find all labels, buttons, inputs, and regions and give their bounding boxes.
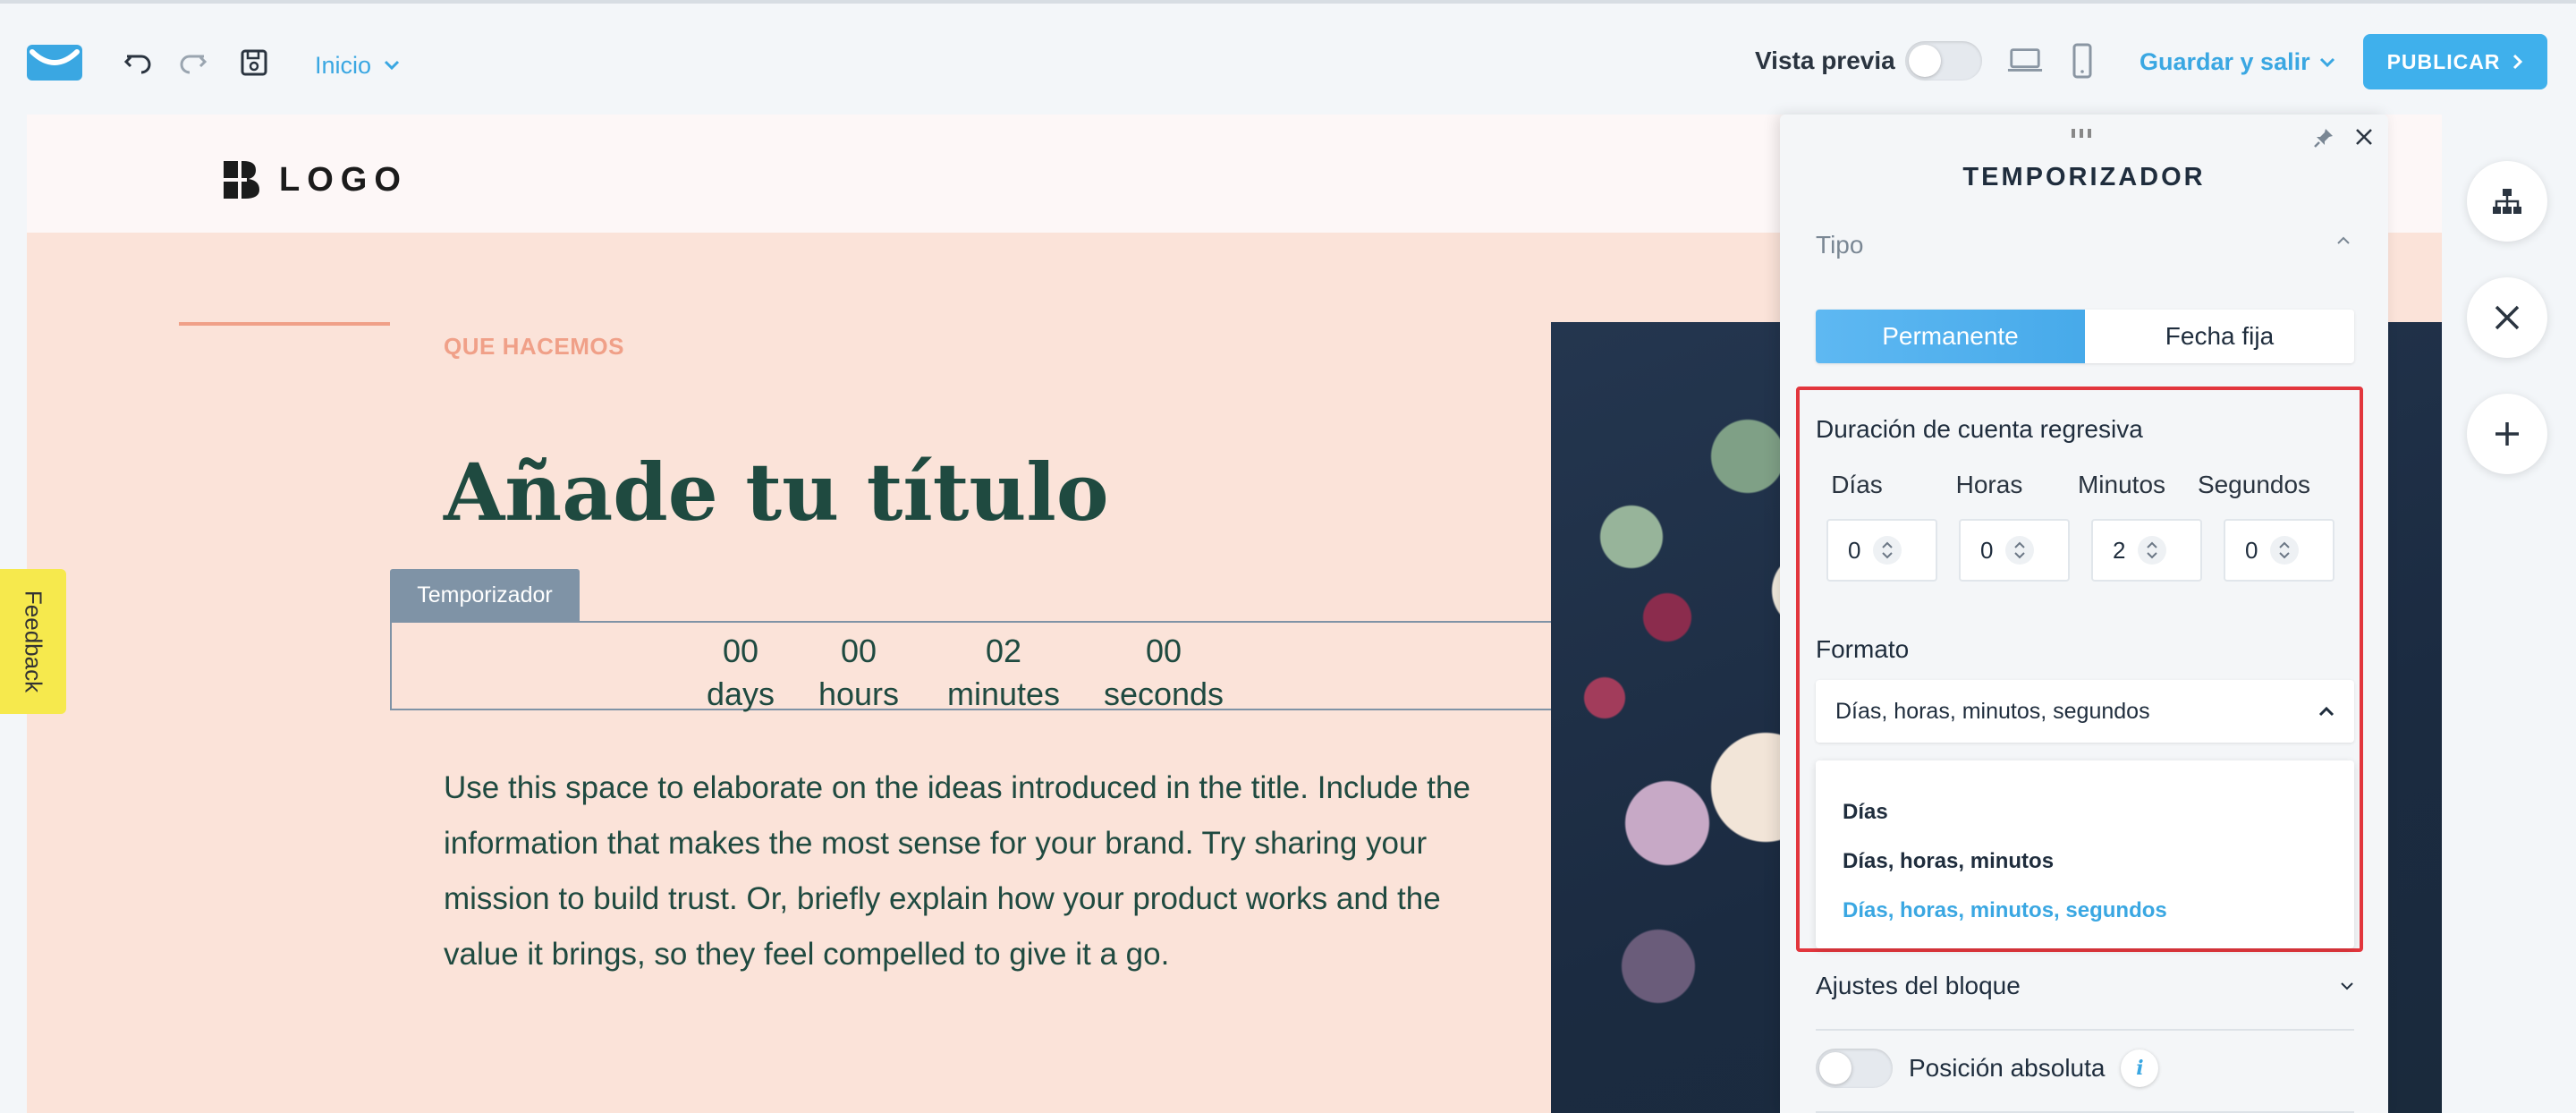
logo-mark-icon [224,161,259,199]
drag-handle-icon[interactable] [2072,129,2097,138]
seconds-stepper[interactable]: 0 [2224,519,2334,582]
timer-days-value: 00 [722,633,759,669]
redo-icon[interactable] [175,45,211,81]
format-selected-value: Días, horas, minutos, segundos [1835,698,2150,724]
chevron-right-icon [2512,54,2523,70]
format-option-days-hours-minutes-seconds[interactable]: Días, horas, minutos, segundos [1843,898,2167,923]
absolute-position-toggle[interactable] [1816,1049,1893,1088]
close-editor-button[interactable] [2467,277,2547,358]
editor-toolbar: Inicio Vista previa Guardar y salir PUBL… [0,0,2576,115]
section-eyebrow[interactable]: QUE HACEMOS [444,333,624,361]
timer-seconds: 00 seconds [1098,630,1229,716]
absolute-position-label: Posición absoluta [1909,1054,2106,1082]
stepper-arrows-icon[interactable] [2138,536,2167,565]
format-title: Formato [1816,635,1910,663]
site-logo[interactable]: LOGO [220,157,408,202]
format-option-days[interactable]: Días [1843,800,1888,825]
undo-icon[interactable] [120,45,156,81]
hours-stepper[interactable]: 0 [1959,519,2070,582]
absolute-position-row: Posición absoluta i [1816,1049,2159,1088]
duration-title: Duración de cuenta regresiva [1816,415,2143,443]
panel-title: TEMPORIZADOR [1962,163,2206,191]
pin-icon[interactable] [2313,127,2334,149]
publish-button[interactable]: PUBLICAR [2363,34,2547,89]
page-headline[interactable]: Añade tu título [444,446,1109,539]
toggle-knob [1909,45,1941,77]
save-and-exit-label: Guardar y salir [2140,48,2310,75]
timer-block-tag[interactable]: Temporizador [390,569,580,621]
close-icon [2495,305,2520,330]
type-section-label[interactable]: Tipo [1816,231,1863,259]
timer-hours: 00 hours [814,630,903,716]
seconds-label: Segundos [2197,471,2311,498]
format-dropdown-menu: Días Días, horas, minutos Días, horas, m… [1816,760,2354,948]
type-permanent-option[interactable]: Permanente [1816,310,2085,363]
hours-label: Horas [1955,471,2023,498]
seconds-value: 0 [2245,536,2258,564]
chevron-down-icon [384,60,400,71]
stepper-arrows-icon[interactable] [2270,536,2300,565]
plus-icon [2496,422,2519,446]
chevron-up-icon[interactable] [2336,236,2351,245]
divider [1816,1029,2354,1031]
timer-type-switch: Permanente Fecha fija [1816,310,2354,363]
publish-label: PUBLICAR [2386,49,2501,73]
save-and-exit-button[interactable]: Guardar y salir [2140,48,2335,76]
stepper-arrows-icon[interactable] [1873,536,1902,565]
feedback-label: Feedback [20,590,47,693]
save-icon[interactable] [236,45,272,81]
add-element-button[interactable] [2467,394,2547,474]
block-settings-section[interactable]: Ajustes del bloque [1816,972,2354,1000]
desktop-view-icon[interactable] [2007,43,2043,79]
feedback-tab[interactable]: Feedback [0,569,66,714]
toggle-knob [1819,1052,1852,1084]
timer-seconds-value: 00 [1145,633,1182,669]
timer-hours-unit: hours [818,675,900,712]
timer-minutes: 02 minutes [941,630,1066,716]
page-selector[interactable]: Inicio [315,48,400,82]
timer-hours-value: 00 [840,633,877,669]
minutes-stepper[interactable]: 2 [2091,519,2202,582]
timer-properties-panel: TEMPORIZADOR Tipo Permanente Fecha fija … [1780,115,2388,1113]
timer-minutes-value: 02 [985,633,1022,669]
sitemap-button[interactable] [2467,161,2547,242]
timer-seconds-unit: seconds [1103,675,1224,712]
format-select[interactable]: Días, horas, minutos, segundos [1816,680,2354,743]
body-paragraph[interactable]: Use this space to elaborate on the ideas… [444,760,1517,982]
chevron-down-icon [2319,57,2335,68]
sitemap-icon [2493,189,2521,214]
days-stepper[interactable]: 0 [1826,519,1937,582]
days-value: 0 [1848,536,1861,564]
preview-toggle[interactable] [1905,41,1982,81]
timer-minutes-unit: minutes [946,675,1061,712]
countdown-timer[interactable]: 00 days 00 hours 02 minutes 00 seconds [390,621,1580,712]
type-fixed-date-option[interactable]: Fecha fija [2085,310,2354,363]
close-panel-icon[interactable] [2354,127,2374,147]
accent-line [179,322,390,326]
getresponse-logo-icon[interactable] [27,45,82,81]
days-label: Días [1831,471,1883,498]
format-option-days-hours-minutes[interactable]: Días, horas, minutos [1843,849,2054,874]
page-selector-label: Inicio [315,51,372,79]
info-icon[interactable]: i [2121,1049,2159,1087]
block-settings-label: Ajustes del bloque [1816,972,2021,999]
stepper-arrows-icon[interactable] [2005,536,2035,565]
minutes-label: Minutos [2077,471,2166,498]
chevron-up-icon [2318,706,2334,717]
minutes-value: 2 [2113,536,2126,564]
chevron-down-icon [2340,981,2354,990]
hours-value: 0 [1980,536,1994,564]
timer-days: 00 days [705,630,776,716]
mobile-view-icon[interactable] [2064,43,2100,79]
preview-label: Vista previa [1755,47,1895,74]
logo-text: LOGO [279,160,408,199]
timer-days-unit: days [706,675,775,712]
